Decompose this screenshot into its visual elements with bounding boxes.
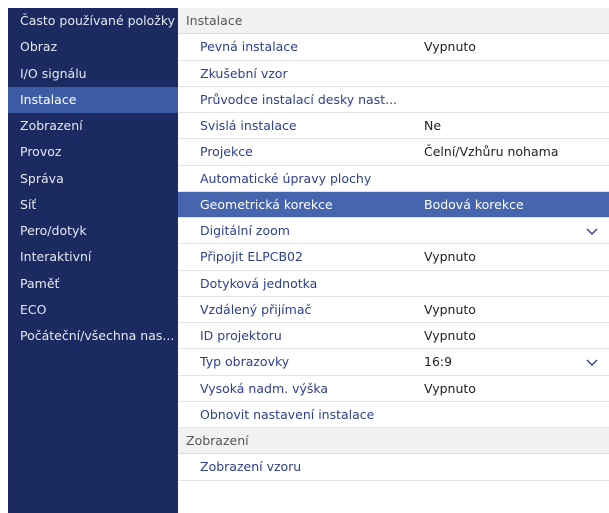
setting-label: Projekce (200, 144, 253, 160)
setting-row-touch-unit[interactable]: Dotyková jednotka (178, 271, 609, 297)
setting-label: Typ obrazovky (200, 354, 290, 370)
sidebar-item-display[interactable]: Zobrazení (8, 113, 178, 139)
sidebar-item-frequently-used[interactable]: Často používané položky (8, 8, 178, 34)
setting-label: Zkušební vzor (200, 65, 288, 81)
settings-menu-window: Často používané položky Obraz I/O signál… (8, 8, 609, 513)
sidebar-item-network[interactable]: Síť (8, 192, 178, 218)
setting-value: Vypnuto (424, 39, 476, 55)
setting-label: Automatické úpravy plochy (200, 170, 372, 186)
sidebar-item-pen-touch[interactable]: Pero/dotyk (8, 218, 178, 244)
setting-label: Geometrická korekce (200, 196, 333, 212)
sidebar-item-initial-all-settings[interactable]: Počáteční/všechna nas... (8, 323, 178, 349)
setting-label: Obnovit nastavení instalace (200, 406, 375, 422)
setting-row-connect-elpcb02[interactable]: Připojit ELPCB02 Vypnuto (178, 244, 609, 271)
setting-row-projection[interactable]: Projekce Čelní/Vzhůru nohama (178, 139, 609, 166)
setting-value: Bodová korekce (424, 196, 524, 212)
setting-row-display-pattern[interactable]: Zobrazení vzoru (178, 454, 609, 481)
sidebar-item-operation[interactable]: Provoz (8, 139, 178, 165)
sidebar-item-memory[interactable]: Paměť (8, 271, 178, 297)
section-header-installation: Instalace (178, 8, 609, 35)
setting-label: Vzdálený přijímač (200, 301, 312, 317)
setting-row-fixed-installation[interactable]: Pevná instalace Vypnuto (178, 34, 609, 61)
setting-row-digital-zoom[interactable]: Digitální zoom (178, 218, 609, 245)
setting-label: Průvodce instalací desky nast... (200, 91, 398, 107)
setting-label: Digitální zoom (200, 223, 290, 238)
setting-value: Čelní/Vzhůru nohama (424, 144, 559, 160)
sidebar-item-io-signal[interactable]: I/O signálu (8, 61, 178, 87)
sidebar-item-installation[interactable]: Instalace (8, 86, 178, 113)
setting-row-test-pattern[interactable]: Zkušební vzor (178, 61, 609, 87)
setting-label: Dotyková jednotka (200, 275, 318, 291)
setting-value: 16:9 (424, 354, 453, 370)
section-header-display: Zobrazení (178, 428, 609, 455)
setting-label: Pevná instalace (200, 39, 298, 55)
sidebar-menu: Často používané položky Obraz I/O signál… (8, 8, 178, 513)
setting-label: Svislá instalace (200, 118, 297, 133)
sidebar-item-interactive[interactable]: Interaktivní (8, 244, 178, 270)
setting-row-geometry-correction[interactable]: Geometrická korekce Bodová korekce (178, 191, 609, 218)
setting-label: Připojit ELPCB02 (200, 249, 303, 265)
setting-row-reset-installation[interactable]: Obnovit nastavení instalace (178, 402, 609, 428)
setting-row-screen-type[interactable]: Typ obrazovky 16:9 (178, 349, 609, 376)
setting-row-vertical-installation[interactable]: Svislá instalace Ne (178, 113, 609, 140)
setting-row-auto-screen-adjust[interactable]: Automatické úpravy plochy (178, 166, 609, 192)
setting-row-remote-receiver[interactable]: Vzdálený přijímač Vypnuto (178, 297, 609, 323)
setting-value: Vypnuto (424, 380, 476, 396)
setting-label: ID projektoru (200, 328, 282, 343)
sidebar-item-image[interactable]: Obraz (8, 34, 178, 60)
setting-row-projector-id[interactable]: ID projektoru Vypnuto (178, 323, 609, 350)
setting-value: Ne (424, 118, 442, 133)
setting-row-board-install-wizard[interactable]: Průvodce instalací desky nast... (178, 87, 609, 113)
settings-panel: Instalace Pevná instalace Vypnuto Zkušeb… (178, 8, 609, 513)
setting-value: Vypnuto (424, 301, 476, 317)
setting-value: Vypnuto (424, 328, 476, 343)
sidebar-item-management[interactable]: Správa (8, 166, 178, 192)
sidebar-item-eco[interactable]: ECO (8, 297, 178, 323)
setting-row-high-altitude[interactable]: Vysoká nadm. výška Vypnuto (178, 376, 609, 402)
setting-value: Vypnuto (424, 249, 476, 265)
setting-label: Vysoká nadm. výška (200, 380, 329, 396)
setting-label: Zobrazení vzoru (200, 459, 302, 475)
